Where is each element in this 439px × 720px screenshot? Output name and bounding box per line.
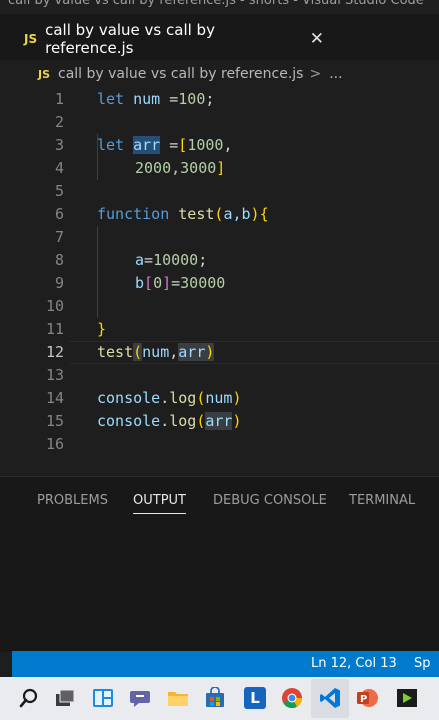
line-number: 7 [54, 228, 64, 246]
taskbar: L P [0, 677, 439, 720]
breadcrumb-file[interactable]: call by value vs call by reference.js [58, 66, 303, 82]
editor-tab[interactable]: JS call by value vs call by reference.js… [24, 21, 324, 57]
code-line: 2 [0, 111, 439, 134]
code-line: 16 [0, 433, 439, 456]
line-number: 10 [45, 297, 64, 315]
js-file-icon: JS [24, 32, 38, 46]
breadcrumb: JS call by value vs call by reference.js… [0, 60, 439, 88]
code-text: let arr =[1000, [97, 136, 233, 154]
cursor-position[interactable]: Ln 12, Col 13 [311, 656, 397, 671]
line-number: 14 [45, 389, 64, 407]
vscode-icon[interactable] [319, 687, 341, 709]
line-number: 2 [54, 113, 64, 131]
line-number: 15 [45, 412, 64, 430]
code-text: let num =100; [97, 90, 215, 108]
code-line: 1 let num =100; [0, 88, 439, 111]
code-line: 11 } [0, 318, 439, 341]
window-title: call by value vs call by reference.js - … [8, 0, 424, 8]
tab-debug-console[interactable]: DEBUG CONSOLE [213, 493, 327, 508]
line-number: 16 [45, 435, 64, 453]
svg-text:P: P [360, 694, 367, 705]
teams-chat-icon[interactable] [129, 687, 151, 709]
line-number: 3 [54, 136, 64, 154]
line-number: 9 [54, 274, 64, 292]
chevron-right-icon: > [309, 66, 322, 82]
code-line: 3 let arr =[1000, [0, 134, 439, 157]
tab-problems[interactable]: PROBLEMS [37, 493, 108, 508]
tab-output[interactable]: OUTPUT [133, 493, 186, 514]
powerpoint-icon[interactable]: P [356, 687, 378, 709]
js-file-icon: JS [38, 67, 51, 81]
code-line-active: 12 test(num,arr) [0, 341, 439, 364]
close-icon[interactable]: ✕ [310, 29, 324, 49]
store-icon[interactable] [204, 687, 226, 709]
search-icon[interactable] [18, 687, 40, 709]
line-number: 4 [54, 159, 64, 177]
media-app-icon[interactable] [396, 687, 418, 709]
tab-terminal[interactable]: TERMINAL [349, 493, 415, 508]
code-text: console.log(num) [97, 389, 242, 407]
widgets-icon[interactable] [92, 687, 114, 709]
code-text: b[0]=30000 [135, 274, 226, 292]
code-line: 15 console.log(arr) [0, 410, 439, 433]
line-number: 13 [45, 366, 64, 384]
file-explorer-icon[interactable] [167, 687, 189, 709]
editor-tab-bar: JS call by value vs call by reference.js… [0, 14, 439, 60]
code-text: function test(a,b){ [97, 205, 269, 223]
code-line: 8 a=10000; [0, 249, 439, 272]
code-line: 4 2000,3000] [0, 157, 439, 180]
task-view-icon[interactable] [54, 687, 76, 709]
code-text: } [97, 320, 107, 338]
breadcrumb-more[interactable]: ... [329, 66, 342, 82]
code-text: console.log(arr) [97, 412, 242, 430]
code-line: 14 console.log(num) [0, 387, 439, 410]
tab-label: call by value vs call by reference.js [45, 21, 215, 57]
code-text: 2000,3000] [135, 159, 226, 177]
code-editor[interactable]: 1 let num =100; 2 3 let arr =[1000, 4 20… [0, 88, 439, 476]
code-line: 7 [0, 226, 439, 249]
app-l-icon[interactable]: L [244, 687, 266, 709]
status-bar: Ln 12, Col 13 Sp [12, 651, 439, 677]
code-text: a=10000; [135, 251, 208, 269]
code-text: test(num,arr) [97, 343, 215, 361]
chrome-icon[interactable] [281, 687, 303, 709]
line-number: 6 [54, 205, 64, 223]
indentation-status[interactable]: Sp [414, 656, 431, 671]
bottom-panel: PROBLEMS OUTPUT DEBUG CONSOLE TERMINAL [0, 476, 439, 652]
line-number: 8 [54, 251, 64, 269]
code-line: 10 [0, 295, 439, 318]
code-line: 5 [0, 180, 439, 203]
code-line: 6 function test(a,b){ [0, 203, 439, 226]
line-number: 11 [45, 320, 64, 338]
code-line: 9 b[0]=30000 [0, 272, 439, 295]
line-number: 12 [45, 343, 64, 361]
window-title-bar: call by value vs call by reference.js - … [0, 0, 439, 14]
line-number: 5 [54, 182, 64, 200]
code-line: 13 [0, 364, 439, 387]
line-number: 1 [54, 90, 64, 108]
